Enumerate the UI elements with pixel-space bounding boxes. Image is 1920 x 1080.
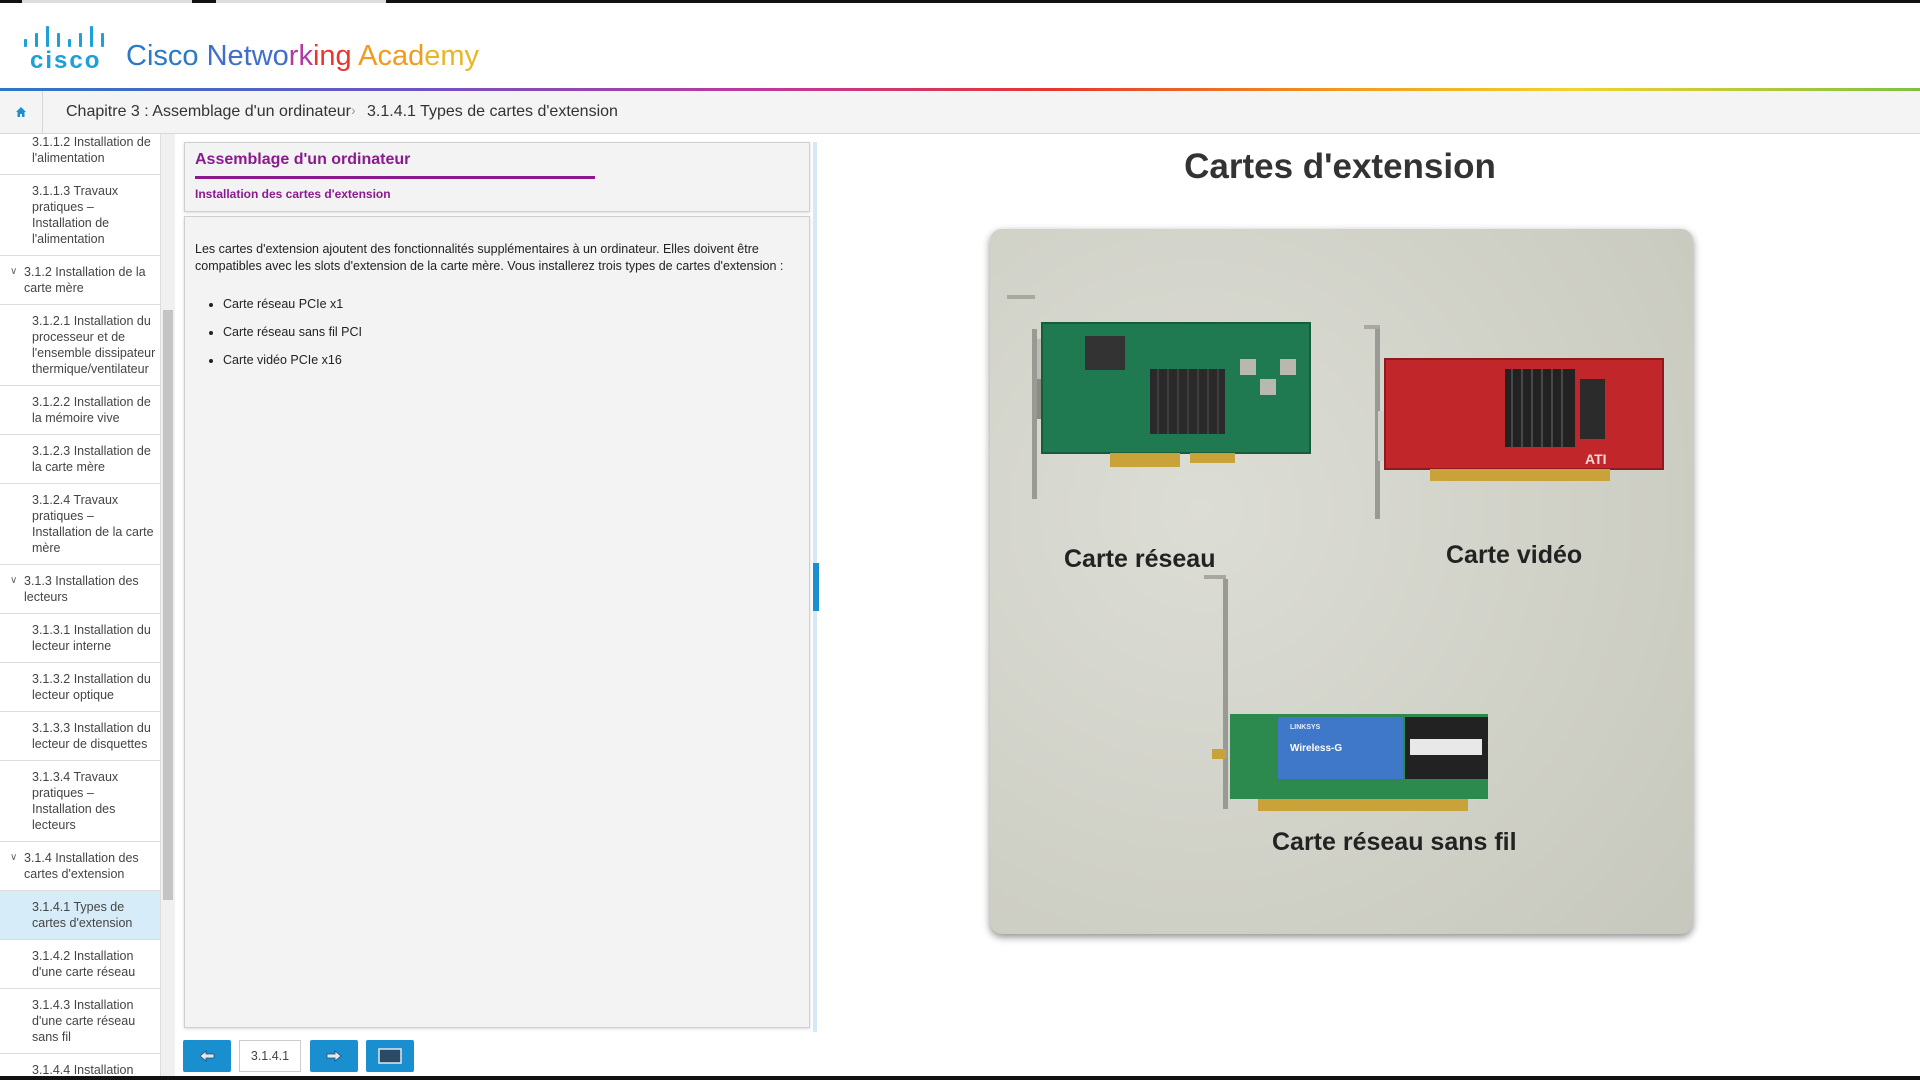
network-card-label: Carte réseau	[1064, 545, 1216, 573]
academy-title-part: rk	[288, 40, 313, 72]
content-paragraph: Les cartes d'extension ajoutent des fonc…	[195, 242, 784, 273]
sidebar-item-label: 3.1.2.3 Installation de la carte mère	[32, 444, 151, 474]
content-header-panel: Assemblage d'un ordinateur Installation …	[184, 142, 810, 212]
sidebar-section[interactable]: ∨ 3.1.4 Installation des cartes d'extensi…	[0, 842, 160, 891]
sidebar-item-label: 3.1.3.1 Installation du lecteur interne	[32, 623, 151, 653]
sidebar-item-label: 3.1.2 Installation de la carte mère	[24, 265, 146, 295]
pane-resize-handle[interactable]	[813, 563, 819, 611]
expansion-cards-image: ATI LINKSYS Wireless-G Carte réseau Cart…	[990, 229, 1693, 934]
content-title: Assemblage d'un ordinateur	[195, 151, 411, 168]
sidebar-section[interactable]: ∨ 3.1.2 Installation de la carte mère	[0, 256, 160, 305]
sidebar-item-label: 3.1.2.1 Installation du processeur et de…	[32, 314, 156, 376]
list-item: Carte réseau sans fil PCI	[223, 325, 362, 339]
cisco-wordmark: cisco	[30, 47, 102, 74]
page-number: 3.1.4.1	[239, 1040, 301, 1072]
list-item: Carte vidéo PCIe x16	[223, 353, 362, 367]
wireless-brand-label: LINKSYS	[1290, 724, 1321, 731]
sidebar-item-label: 3.1.1.3 Travaux pratiques – Installation…	[32, 184, 119, 246]
academy-title-part: Netwo	[206, 40, 289, 72]
sidebar-item-label: 3.1.4.3 Installation d'une carte réseau …	[32, 998, 136, 1044]
breadcrumb: Chapitre 3 : Assemblage d'un ordinateur …	[0, 91, 1920, 134]
academy-title-part: ing	[312, 40, 359, 72]
wireless-card-label: Carte réseau sans fil	[1272, 828, 1517, 856]
list-item: Carte réseau PCIe x1	[223, 297, 362, 311]
sidebar-item-label: 3.1.4.1 Types de cartes d'extension	[32, 900, 133, 930]
wireless-card-graphic: LINKSYS Wireless-G	[1204, 575, 1488, 811]
sidebar-item[interactable]: 3.1.3.3 Installation du lecteur de disqu…	[0, 712, 160, 761]
breadcrumb-page: 3.1.4.1 Types de cartes d'extension	[367, 103, 618, 120]
previous-page-button[interactable]	[183, 1040, 231, 1072]
cisco-bars-icon	[24, 25, 110, 47]
sidebar-item[interactable]: 3.1.4.4 Installation d'une carte vidéo	[0, 1054, 160, 1076]
sidebar-scrollbar-thumb[interactable]	[163, 310, 173, 900]
title-underline	[195, 176, 595, 179]
academy-title: Cisco Networking Academy	[126, 40, 479, 73]
sidebar-item[interactable]: 3.1.4.3 Installation d'une carte réseau …	[0, 989, 160, 1054]
screen-icon	[378, 1048, 402, 1064]
sidebar-section[interactable]: ∨ 3.1.3 Installation des lecteurs	[0, 565, 160, 614]
sidebar-item-label: 3.1.3.4 Travaux pratiques – Installation…	[32, 770, 119, 832]
sidebar-item-label: 3.1.1.2 Installation de l'alimentation	[32, 135, 151, 165]
academy-title-part: Cisco	[126, 40, 207, 72]
sidebar-item-label: 3.1.4.4 Installation d'une carte vidéo	[32, 1063, 134, 1076]
sidebar-list: 3.1.1.2 Installation de l'alimentation 3.…	[0, 134, 160, 1076]
video-card-label: Carte vidéo	[1446, 541, 1583, 569]
sidebar-item-label: 3.1.4 Installation des cartes d'extensio…	[24, 851, 139, 881]
arrow-right-icon	[326, 1050, 342, 1062]
content-bullet-list: Carte réseau PCIe x1 Carte réseau sans f…	[195, 297, 362, 381]
sidebar-item[interactable]: 3.1.4.1 Types de cartes d'extension	[0, 891, 160, 940]
sidebar-item[interactable]: 3.1.3.1 Installation du lecteur interne	[0, 614, 160, 663]
chevron-down-icon: ∨	[10, 575, 18, 586]
sidebar-item[interactable]: 3.1.2.4 Travaux pratiques – Installation…	[0, 484, 160, 565]
video-card-graphic: ATI	[1364, 325, 1664, 519]
course-sidebar: 3.1.1.2 Installation de l'alimentation 3.…	[0, 134, 161, 1076]
sidebar-item[interactable]: 3.1.2.2 Installation de la mémoire vive	[0, 386, 160, 435]
sidebar-item-label: 3.1.3 Installation des lecteurs	[24, 574, 139, 604]
sidebar-item[interactable]: 3.1.4.2 Installation d'une carte réseau	[0, 940, 160, 989]
sidebar-item[interactable]: 3.1.3.2 Installation du lecteur optique	[0, 663, 160, 712]
academy-title-part: Acad	[358, 40, 425, 72]
breadcrumb-separator: ›	[351, 102, 356, 118]
academy-title-part: emy	[424, 40, 480, 72]
sidebar-item-label: 3.1.3.2 Installation du lecteur optique	[32, 672, 151, 702]
media-title: Cartes d'extension	[1184, 147, 1496, 186]
sidebar-item[interactable]: 3.1.3.4 Travaux pratiques – Installation…	[0, 761, 160, 842]
content-body-panel: Les cartes d'extension ajoutent des fonc…	[184, 216, 810, 1028]
sidebar-item[interactable]: 3.1.1.2 Installation de l'alimentation	[0, 134, 160, 175]
next-page-button[interactable]	[310, 1040, 358, 1072]
sidebar-item-label: 3.1.4.2 Installation d'une carte réseau	[32, 949, 136, 979]
fullscreen-button[interactable]	[366, 1040, 414, 1072]
network-card-graphic	[1007, 295, 1311, 499]
arrow-left-icon	[199, 1050, 215, 1062]
cisco-logo[interactable]: cisco	[24, 25, 110, 74]
sidebar-item[interactable]: 3.1.1.3 Travaux pratiques – Installation…	[0, 175, 160, 256]
home-icon	[16, 107, 26, 117]
ati-label: ATI	[1585, 451, 1607, 467]
site-header: cisco Cisco Networking Academy	[0, 3, 1920, 88]
sidebar-item-label: 3.1.2.4 Travaux pratiques – Installation…	[32, 493, 154, 555]
sidebar-item[interactable]: 3.1.2.1 Installation du processeur et de…	[0, 305, 160, 386]
content-subtitle: Installation des cartes d'extension	[195, 187, 391, 201]
sidebar-item[interactable]: 3.1.2.3 Installation de la carte mère	[0, 435, 160, 484]
wireless-model-label: Wireless-G	[1290, 743, 1342, 754]
chevron-down-icon: ∨	[10, 266, 18, 277]
chevron-down-icon: ∨	[10, 852, 18, 863]
sidebar-item-label: 3.1.3.3 Installation du lecteur de disqu…	[32, 721, 151, 751]
breadcrumb-chapter[interactable]: Chapitre 3 : Assemblage d'un ordinateur	[66, 103, 351, 121]
sidebar-item-label: 3.1.2.2 Installation de la mémoire vive	[32, 395, 151, 425]
home-button[interactable]	[0, 91, 43, 133]
bottom-bar	[0, 1076, 1920, 1080]
